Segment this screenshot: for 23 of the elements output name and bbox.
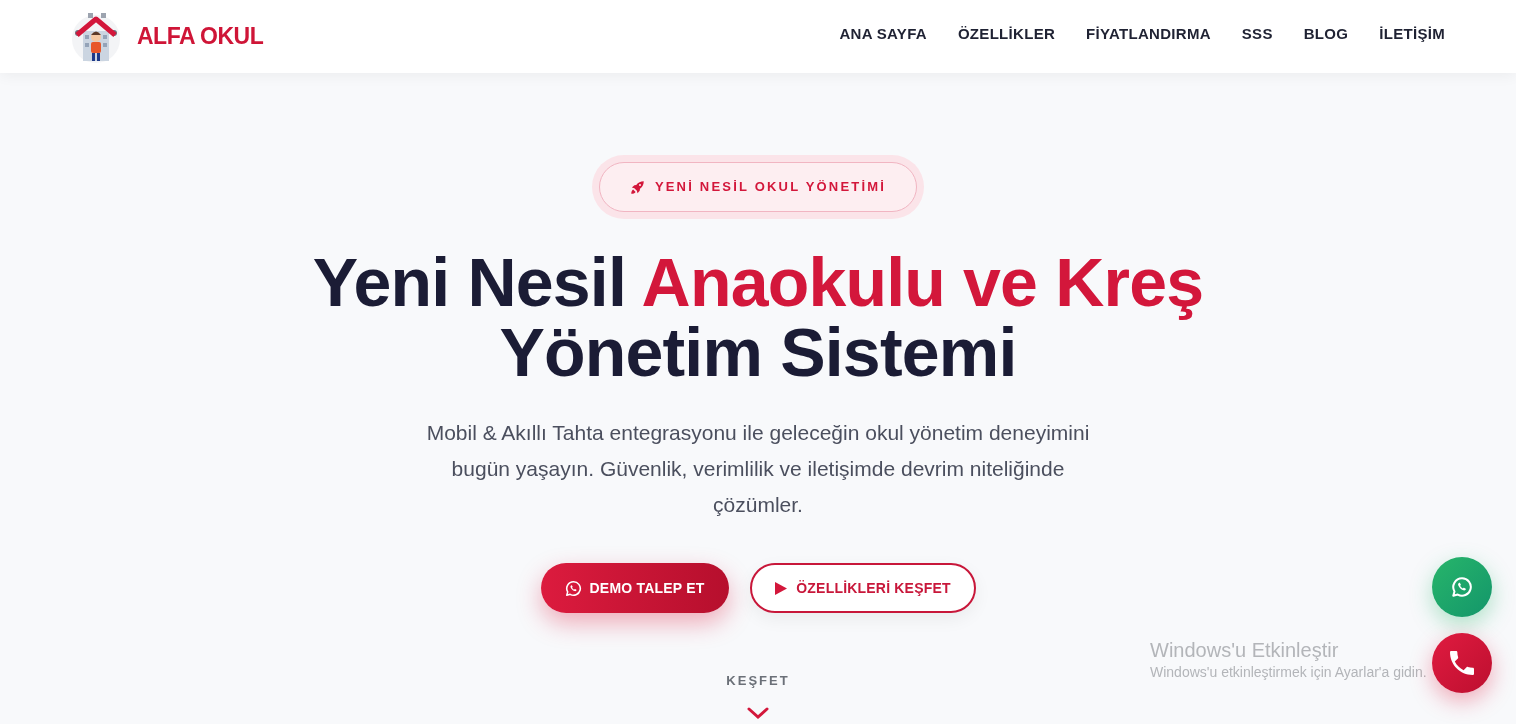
chat-float-button[interactable] xyxy=(1432,557,1492,617)
scroll-hint-label: KEŞFET xyxy=(726,672,790,690)
chevron-down-icon[interactable] xyxy=(747,707,769,719)
nav-link[interactable]: ANA SAYFA xyxy=(839,23,927,46)
play-icon xyxy=(774,580,789,596)
hero-heading: Yeni Nesil Anaokulu ve Kreş Yönetim Sistemi xyxy=(312,247,1204,387)
rocket-icon xyxy=(629,179,645,195)
nav-link[interactable]: BLOG xyxy=(1303,23,1349,46)
chat-phone-icon xyxy=(564,579,582,597)
activation-title: Windows'u Etkinleştir xyxy=(1150,638,1340,662)
nav-link[interactable]: İLETİŞİM xyxy=(1379,23,1445,46)
activation-text: Windows'u etkinleştirmek için Ayarlar'a gidin. xyxy=(1150,663,1427,681)
chat-phone-icon xyxy=(1451,576,1473,598)
demo-request-button[interactable]: DEMO TALEP ET xyxy=(540,563,729,613)
hero-description: Mobil & Akıllı Tahta entegrasyonu ile geleceğin okul yönetim deneyimini bugün yaşayın. Güvenlik, verimlilik ve iletişimde devrim niteliğinde çözümler. xyxy=(425,420,1091,518)
nav-link[interactable]: FİYATLANDIRMA xyxy=(1086,23,1211,46)
nav-link[interactable]: SSS xyxy=(1241,23,1273,46)
nav-link[interactable]: ÖZELLİKLER xyxy=(957,23,1056,46)
call-float-button[interactable] xyxy=(1432,633,1492,693)
logo-text[interactable]: ALFA OKUL xyxy=(137,19,264,54)
phone-icon xyxy=(1450,651,1474,675)
badge-label: YENİ NESİL OKUL YÖNETİMİ xyxy=(654,178,887,197)
features-button[interactable]: ÖZELLİKLERİ KEŞFET xyxy=(749,563,976,613)
